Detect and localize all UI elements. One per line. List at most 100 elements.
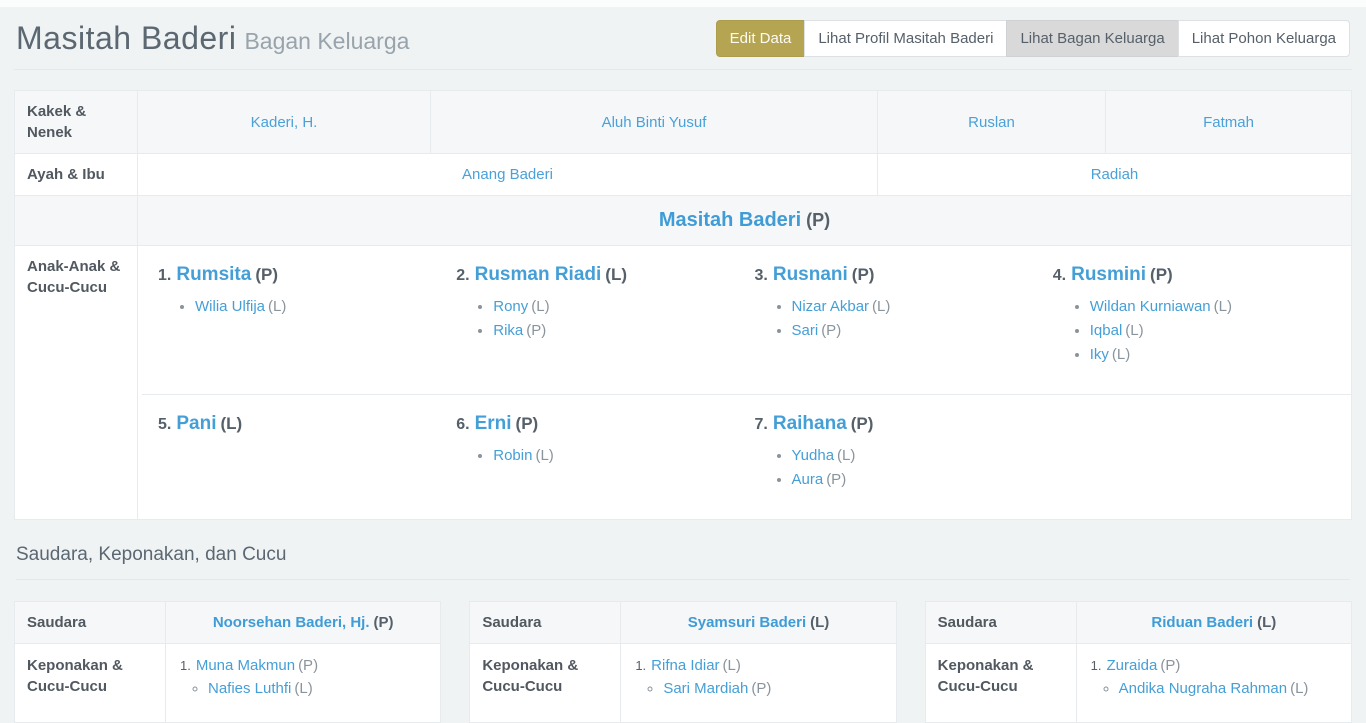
- sibling-name-link[interactable]: Noorsehan Baderi, Hj.: [213, 614, 370, 631]
- father-cell: Anang Baderi: [137, 153, 877, 195]
- grandchild-gender: (L): [1214, 298, 1232, 315]
- grandchild-item: Iqbal(L): [1090, 322, 1351, 339]
- grandchild-item: Wildan Kurniawan(L): [1090, 298, 1351, 315]
- person-cell: Masitah Baderi(P): [137, 195, 1352, 245]
- child-name-link[interactable]: Pani: [176, 413, 216, 434]
- child-entry: 3. Rusnani(P) Nizar Akbar(L) Sari(P): [755, 263, 1053, 384]
- grandmother-paternal-cell: Aluh Binti Yusuf: [430, 90, 877, 153]
- sibling-gender: (P): [374, 614, 394, 631]
- edit-data-button[interactable]: Edit Data: [716, 20, 806, 57]
- nephews-label: Keponakan & Cucu-Cucu: [925, 643, 1076, 723]
- child-name-link[interactable]: Rusnani: [773, 264, 848, 285]
- grandchild-item: Aura(P): [792, 471, 1053, 488]
- mother-link[interactable]: Radiah: [1091, 166, 1139, 183]
- nephew-gender: (P): [1160, 657, 1180, 674]
- children-label: Anak-Anak & Cucu-Cucu: [14, 245, 137, 520]
- mother-cell: Radiah: [877, 153, 1352, 195]
- grandchild-link[interactable]: Wilia Ulfija: [195, 298, 265, 315]
- grandfather-paternal-link[interactable]: Kaderi, H.: [251, 114, 318, 131]
- grandchild-gender: (L): [268, 298, 286, 315]
- page-container: Masitah BaderiBagan Keluarga Edit Data L…: [0, 7, 1366, 723]
- grandfather-maternal-link[interactable]: Ruslan: [968, 114, 1015, 131]
- grandchild-link[interactable]: Iqbal: [1090, 322, 1123, 339]
- nephews-row: Keponakan & Cucu-Cucu 1.Rifna Idiar(L) S…: [469, 643, 896, 723]
- grandchild-gender: (L): [837, 447, 855, 464]
- sibling-row: Saudara Riduan Baderi(L): [925, 601, 1352, 643]
- parents-row: Ayah & Ibu Anang Baderi Radiah: [14, 153, 1352, 195]
- child-number: 3.: [755, 267, 768, 284]
- grandnephew-item: Nafies Luthfi(L): [208, 678, 428, 700]
- nephew-item: 1.Rifna Idiar(L) Sari Mardiah(P): [635, 657, 883, 700]
- nephew-gender: (P): [298, 657, 318, 674]
- grandchild-gender: (P): [826, 471, 846, 488]
- grandchild-link[interactable]: Rika: [493, 322, 523, 339]
- grandmother-maternal-cell: Fatmah: [1105, 90, 1352, 153]
- sibling-name-cell: Syamsuri Baderi(L): [620, 601, 896, 643]
- grandchild-gender: (L): [1125, 322, 1143, 339]
- child-name-link[interactable]: Raihana: [773, 413, 847, 434]
- nephews-label: Keponakan & Cucu-Cucu: [469, 643, 620, 723]
- grandnephew-gender: (P): [751, 680, 771, 697]
- grandchild-item: Sari(P): [792, 322, 1053, 339]
- grandchild-link[interactable]: Iky: [1090, 346, 1109, 363]
- parents-label: Ayah & Ibu: [14, 153, 137, 195]
- children-row: Anak-Anak & Cucu-Cucu 1.Rumsita(P) Wilia…: [14, 245, 1352, 520]
- child-name-link[interactable]: Rusman Riadi: [475, 264, 602, 285]
- sibling-name-link[interactable]: Syamsuri Baderi: [688, 614, 806, 631]
- grandchild-item: Nizar Akbar(L): [792, 298, 1053, 315]
- child-name-link[interactable]: Rusmini: [1071, 264, 1146, 285]
- nephew-link[interactable]: Rifna Idiar: [651, 657, 719, 674]
- grandmother-paternal-link[interactable]: Aluh Binti Yusuf: [602, 114, 707, 131]
- sibling-name-cell: Noorsehan Baderi, Hj.(P): [165, 601, 441, 643]
- nephews-row: Keponakan & Cucu-Cucu 1. Zuraida(P) Andik…: [925, 643, 1352, 723]
- view-family-tree-button[interactable]: Lihat Pohon Keluarga: [1178, 20, 1350, 57]
- children-grid-row-2: 5.Pani(L) 6.Erni(P) Robin(L) 7.Raihana(P…: [142, 394, 1351, 519]
- sibling-row: Saudara Syamsuri Baderi(L): [469, 601, 896, 643]
- page-header: Masitah BaderiBagan Keluarga Edit Data L…: [14, 7, 1352, 70]
- grandchild-link[interactable]: Sari: [792, 322, 819, 339]
- nephews-cell: 1.Rifna Idiar(L) Sari Mardiah(P): [620, 643, 896, 723]
- grandparents-label: Kakek & Nenek: [14, 90, 137, 153]
- view-profile-button[interactable]: Lihat Profil Masitah Baderi: [804, 20, 1007, 57]
- grandnephew-link[interactable]: Sari Mardiah: [663, 680, 748, 697]
- grandnephew-gender: (L): [294, 680, 312, 697]
- child-number: 7.: [755, 416, 768, 433]
- nephew-link[interactable]: Muna Makmun: [196, 657, 295, 674]
- grandchild-gender: (L): [872, 298, 890, 315]
- grandnephew-item: Andika Nugraha Rahman(L): [1119, 678, 1339, 700]
- view-family-chart-button[interactable]: Lihat Bagan Keluarga: [1006, 20, 1178, 57]
- nephew-link[interactable]: Zuraida: [1107, 657, 1158, 674]
- child-gender: (P): [852, 265, 875, 284]
- child-name-link[interactable]: Erni: [475, 413, 512, 434]
- child-number: 1.: [158, 267, 171, 284]
- grandchild-link[interactable]: Wildan Kurniawan: [1090, 298, 1211, 315]
- grandchild-item: Robin(L): [493, 447, 754, 464]
- grandchild-link[interactable]: Rony: [493, 298, 528, 315]
- grandchild-link[interactable]: Yudha: [792, 447, 835, 464]
- sibling-name-link[interactable]: Riduan Baderi: [1151, 614, 1253, 631]
- grandfather-paternal-cell: Kaderi, H.: [137, 90, 430, 153]
- nephew-number: 1.: [1091, 658, 1102, 673]
- child-number: 6.: [456, 416, 469, 433]
- sibling-gender: (L): [1257, 614, 1276, 631]
- father-link[interactable]: Anang Baderi: [462, 166, 553, 183]
- grandchild-gender: (L): [531, 298, 549, 315]
- grandchild-item: Rony(L): [493, 298, 754, 315]
- grandchild-link[interactable]: Nizar Akbar: [792, 298, 870, 315]
- grandparents-row: Kakek & Nenek Kaderi, H. Aluh Binti Yusu…: [14, 90, 1352, 153]
- child-gender: (P): [255, 265, 278, 284]
- grandchild-link[interactable]: Aura: [792, 471, 824, 488]
- nephew-item: 1. Zuraida(P) Andika Nugraha Rahman(L): [1091, 657, 1339, 700]
- person-name-link[interactable]: Masitah Baderi: [659, 209, 801, 231]
- header-button-group: Edit Data Lihat Profil Masitah Baderi Li…: [716, 20, 1350, 57]
- nephew-item: 1. Muna Makmun(P) Nafies Luthfi(L): [180, 657, 428, 700]
- child-name-link[interactable]: Rumsita: [176, 264, 251, 285]
- grandmother-maternal-link[interactable]: Fatmah: [1203, 114, 1254, 131]
- child-gender: (L): [605, 265, 627, 284]
- grandchild-link[interactable]: Robin: [493, 447, 532, 464]
- nephews-row: Keponakan & Cucu-Cucu 1.Muna Makmun(P) N…: [14, 643, 441, 723]
- grandnephew-link[interactable]: Andika Nugraha Rahman: [1119, 680, 1287, 697]
- nephew-number: 1.: [180, 658, 191, 673]
- grandnephew-link[interactable]: Nafies Luthfi: [208, 680, 291, 697]
- sibling-card: Saudara Noorsehan Baderi, Hj.(P) Keponak…: [14, 601, 441, 723]
